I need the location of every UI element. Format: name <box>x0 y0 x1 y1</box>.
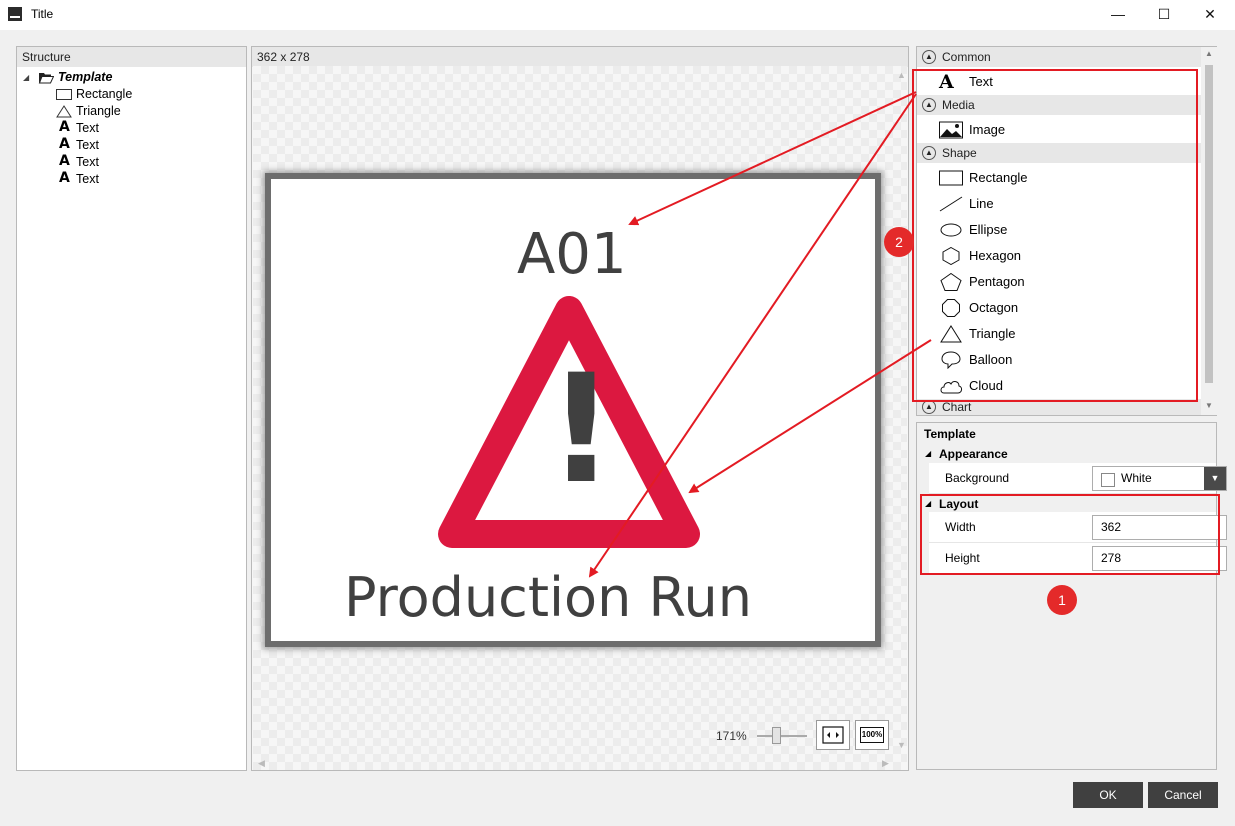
tree-label: Text <box>76 138 99 152</box>
tree-label-template: Template <box>58 70 113 84</box>
tree-label: Rectangle <box>76 87 133 101</box>
collapse-chevron-icon[interactable]: ▲ <box>922 400 936 414</box>
annotation-box-toolbox <box>912 69 1198 402</box>
annotation-badge-1: 1 <box>1047 585 1077 615</box>
title-bar: Title — ☐ ✕ <box>0 0 1235 30</box>
zoom-slider-thumb[interactable] <box>772 727 781 744</box>
triangle-icon <box>56 105 72 118</box>
category-label: Chart <box>942 400 972 414</box>
toolbox-scrollbar-thumb[interactable] <box>1205 65 1213 383</box>
annotation-box-layout <box>920 494 1220 575</box>
annotation-badge-2: 2 <box>884 227 914 257</box>
text-icon: A <box>59 119 70 135</box>
folder-open-icon <box>38 73 54 84</box>
tree-label: Text <box>76 121 99 135</box>
scroll-up-arrow[interactable]: ▲ <box>897 70 906 80</box>
group-label: Appearance <box>939 447 1008 461</box>
collapse-chevron-icon[interactable]: ▲ <box>922 50 936 64</box>
actual-size-button[interactable]: 100% <box>855 720 889 750</box>
canvas-size-label: 362 x 278 <box>252 47 908 67</box>
tree-label: Triangle <box>76 104 121 118</box>
zoom-slider-track[interactable] <box>757 735 807 737</box>
text-icon: A <box>59 170 70 186</box>
actual-size-label: 100% <box>860 727 884 743</box>
scroll-up-icon[interactable]: ▲ <box>1205 49 1213 58</box>
tree-label: Text <box>76 172 99 186</box>
structure-header: Structure <box>17 47 246 67</box>
background-select[interactable]: White ▼ <box>1092 466 1227 491</box>
tree-label: Text <box>76 155 99 169</box>
exclamation-mark: ! <box>547 343 616 517</box>
expand-triangle-icon[interactable]: ◢ <box>925 445 931 463</box>
color-swatch <box>1101 473 1115 487</box>
group-appearance[interactable]: ◢ Appearance <box>917 445 1216 463</box>
minimize-button[interactable]: — <box>1095 0 1141 30</box>
fit-width-icon <box>822 726 844 744</box>
zoom-level: 171% <box>716 729 747 743</box>
text-icon: A <box>59 153 70 169</box>
window-title: Title <box>31 7 54 21</box>
property-background: Background White ▼ <box>929 463 1227 494</box>
toolbox-scrollbar[interactable]: ▲ ▼ <box>1201 47 1217 415</box>
scroll-down-icon[interactable]: ▼ <box>1205 401 1213 410</box>
scroll-right-arrow[interactable]: ▶ <box>882 758 889 769</box>
maximize-button[interactable]: ☐ <box>1141 0 1187 30</box>
tree-expander-icon[interactable]: ◢ <box>23 69 29 86</box>
properties-title: Template <box>924 427 976 441</box>
structure-panel: Structure ◢ Template Rectangle Triangle … <box>16 46 247 771</box>
dropdown-arrow-icon[interactable]: ▼ <box>1204 467 1226 490</box>
background-value: White <box>1121 471 1152 485</box>
text-icon: A <box>59 136 70 152</box>
category-label: Common <box>942 50 991 64</box>
app-icon <box>8 7 22 21</box>
template-title-text[interactable]: A01 <box>517 222 627 287</box>
property-label: Background <box>945 471 1010 485</box>
fit-to-window-button[interactable] <box>816 720 850 750</box>
template-subtitle-text[interactable]: Production Run <box>344 566 752 629</box>
ok-button[interactable]: OK <box>1073 782 1143 808</box>
close-button[interactable]: ✕ <box>1187 0 1233 30</box>
cancel-button[interactable]: Cancel <box>1148 782 1218 808</box>
scroll-left-arrow[interactable]: ◀ <box>258 758 265 769</box>
category-common[interactable]: ▲ Common <box>917 47 1201 67</box>
scroll-down-arrow[interactable]: ▼ <box>897 740 906 750</box>
rectangle-icon <box>56 89 72 100</box>
